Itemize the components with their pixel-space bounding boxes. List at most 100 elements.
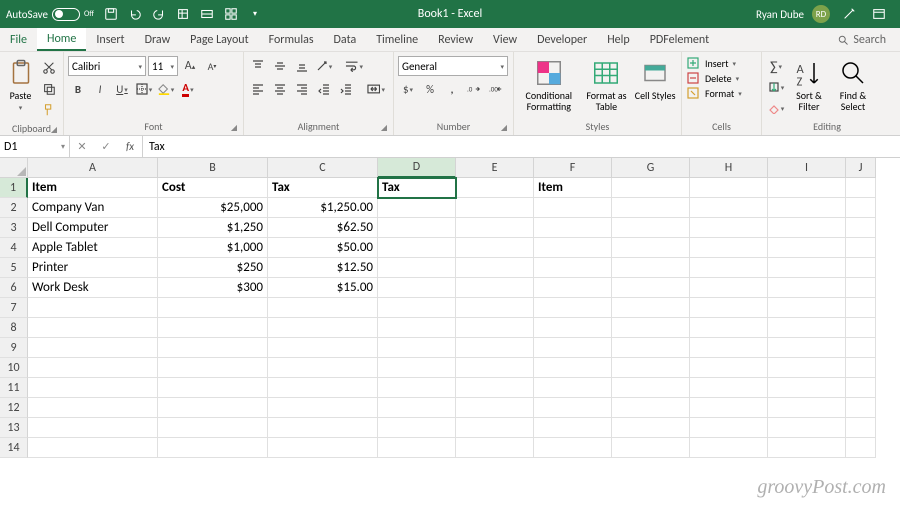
cell[interactable]: $25,000 (158, 198, 268, 218)
tab-draw[interactable]: Draw (135, 28, 181, 51)
cell-styles-button[interactable]: Cell Styles (633, 54, 677, 101)
cell[interactable] (846, 298, 876, 318)
launcher-icon[interactable]: ◢ (381, 123, 387, 133)
cell[interactable] (846, 198, 876, 218)
cell[interactable] (378, 198, 456, 218)
cell[interactable]: $62.50 (268, 218, 378, 238)
clear-icon[interactable] (766, 98, 786, 118)
cell[interactable] (378, 358, 456, 378)
cell[interactable] (456, 338, 534, 358)
cell[interactable] (378, 318, 456, 338)
align-middle-icon[interactable] (270, 56, 290, 76)
delete-cells-button[interactable]: Delete▾ (686, 71, 742, 85)
fx-icon[interactable]: fx (118, 140, 142, 153)
font-color-button[interactable]: A (178, 79, 198, 99)
cell[interactable] (28, 378, 158, 398)
increase-indent-icon[interactable] (336, 79, 356, 99)
row-header[interactable]: 13 (0, 418, 28, 438)
cell[interactable] (768, 418, 846, 438)
cell[interactable] (690, 298, 768, 318)
cell[interactable] (768, 258, 846, 278)
cell[interactable] (28, 298, 158, 318)
cell[interactable]: $12.50 (268, 258, 378, 278)
row-header[interactable]: 8 (0, 318, 28, 338)
cell[interactable] (158, 418, 268, 438)
qat-icon-3[interactable] (220, 3, 242, 25)
currency-icon[interactable]: $ (398, 79, 418, 99)
cell[interactable] (378, 418, 456, 438)
cell[interactable] (456, 178, 534, 198)
font-name-combo[interactable]: Calibri▾ (68, 56, 146, 76)
launcher-icon[interactable]: ◢ (231, 123, 237, 133)
paste-button[interactable]: Paste ▾ (4, 54, 37, 112)
cell[interactable] (768, 358, 846, 378)
cell[interactable] (378, 238, 456, 258)
increase-decimal-icon[interactable]: .0 (464, 79, 484, 99)
cell[interactable]: $15.00 (268, 278, 378, 298)
autosave-toggle[interactable]: AutoSave Off (6, 8, 94, 21)
cell[interactable]: $250 (158, 258, 268, 278)
col-header[interactable]: B (158, 158, 268, 178)
undo-icon[interactable] (124, 3, 146, 25)
cell[interactable] (456, 238, 534, 258)
row-header[interactable]: 4 (0, 238, 28, 258)
cell[interactable] (534, 418, 612, 438)
cell[interactable] (158, 398, 268, 418)
increase-font-icon[interactable]: A▴ (180, 56, 200, 76)
cell[interactable] (456, 438, 534, 458)
cell[interactable] (268, 438, 378, 458)
cut-icon[interactable] (39, 58, 59, 78)
cell[interactable] (534, 438, 612, 458)
cell[interactable] (846, 338, 876, 358)
sort-filter-button[interactable]: AZ Sort & Filter (788, 54, 830, 112)
cell[interactable] (456, 218, 534, 238)
col-header[interactable]: I (768, 158, 846, 178)
cell[interactable] (846, 258, 876, 278)
cell[interactable] (846, 218, 876, 238)
cell[interactable] (612, 398, 690, 418)
tab-help[interactable]: Help (597, 28, 640, 51)
cell[interactable] (612, 338, 690, 358)
autosum-icon[interactable]: ∑ (766, 56, 786, 76)
cell[interactable] (534, 278, 612, 298)
cell[interactable]: Dell Computer (28, 218, 158, 238)
format-cells-button[interactable]: Format▾ (686, 86, 742, 100)
cell[interactable] (456, 358, 534, 378)
orientation-icon[interactable] (314, 56, 334, 76)
cell[interactable] (534, 258, 612, 278)
col-header[interactable]: D (378, 158, 456, 178)
cell[interactable] (612, 298, 690, 318)
align-bottom-icon[interactable] (292, 56, 312, 76)
decrease-decimal-icon[interactable]: .00 (486, 79, 506, 99)
cell[interactable]: Apple Tablet (28, 238, 158, 258)
cell[interactable] (690, 398, 768, 418)
cell[interactable] (158, 298, 268, 318)
cell[interactable] (846, 238, 876, 258)
align-right-icon[interactable] (292, 79, 312, 99)
cell[interactable] (378, 298, 456, 318)
qat-icon-2[interactable] (196, 3, 218, 25)
cell[interactable]: $1,250 (158, 218, 268, 238)
cell[interactable] (28, 358, 158, 378)
cell[interactable] (846, 178, 876, 198)
cell[interactable] (378, 378, 456, 398)
bold-button[interactable]: B (68, 79, 88, 99)
cell[interactable] (456, 278, 534, 298)
cell[interactable] (534, 338, 612, 358)
number-format-combo[interactable]: General▾ (398, 56, 508, 76)
col-header[interactable]: C (268, 158, 378, 178)
border-button[interactable] (134, 79, 154, 99)
col-header[interactable]: H (690, 158, 768, 178)
col-header[interactable]: A (28, 158, 158, 178)
cell[interactable] (456, 378, 534, 398)
cell[interactable] (846, 438, 876, 458)
insert-cells-button[interactable]: Insert▾ (686, 56, 742, 70)
cell[interactable] (28, 338, 158, 358)
decrease-indent-icon[interactable] (314, 79, 334, 99)
cell[interactable] (690, 238, 768, 258)
cell[interactable]: $1,000 (158, 238, 268, 258)
cell[interactable] (158, 318, 268, 338)
cell[interactable] (846, 278, 876, 298)
formula-input[interactable]: Tax (143, 136, 900, 157)
col-header[interactable]: G (612, 158, 690, 178)
